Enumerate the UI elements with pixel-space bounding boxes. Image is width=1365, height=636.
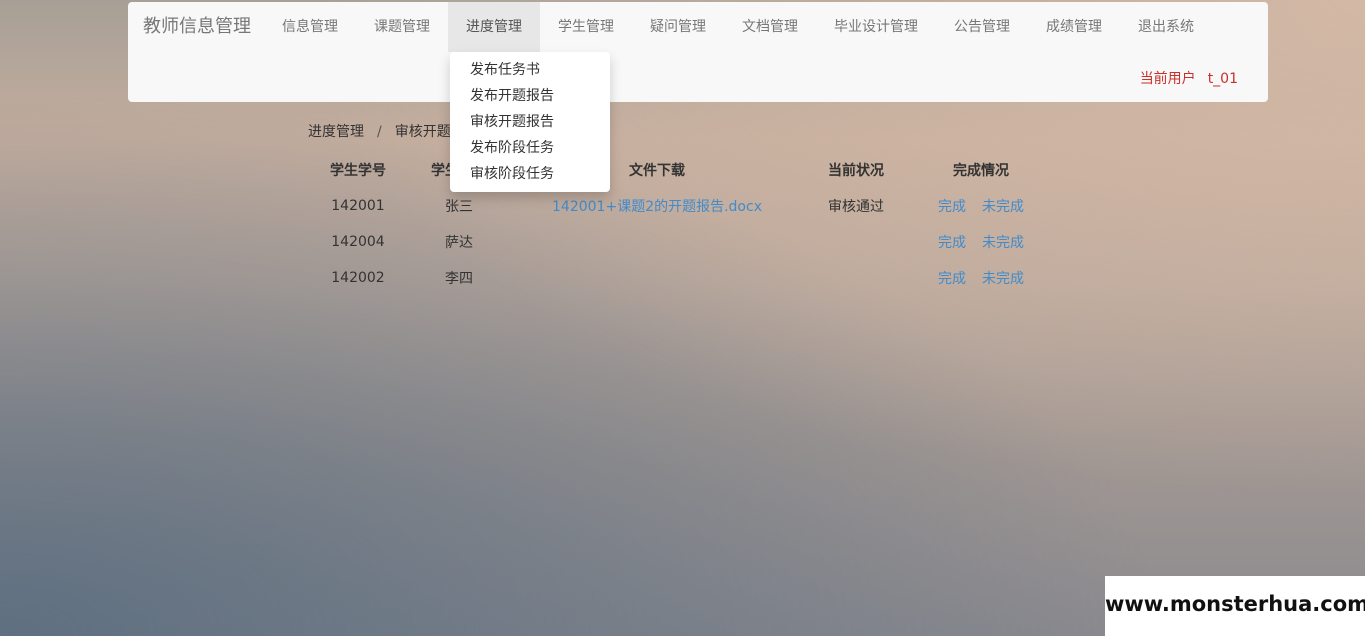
current-user-label: 当前用户 — [1139, 71, 1196, 87]
watermark: www.monsterhua.com — [1105, 576, 1365, 636]
breadcrumb-current: 审核开题 — [394, 124, 451, 140]
cell-student-id: 142001 — [331, 198, 385, 214]
proposal-review-table: 学生学号 学生姓名 文件下载 当前状况 完成情况 142001 张三 14200… — [308, 152, 1054, 296]
table-row: 142002 李四 完成 未完成 — [308, 260, 1054, 296]
menu-item-review-proposal[interactable]: 审核开题报告 — [450, 109, 610, 135]
current-user: 当前用户 t_01 — [1140, 68, 1238, 88]
header-completion: 完成情况 — [953, 163, 1009, 179]
progress-dropdown-menu: 发布任务书 发布开题报告 审核开题报告 发布阶段任务 审核阶段任务 — [450, 52, 610, 192]
cell-status: 审核通过 — [828, 199, 884, 215]
nav-item-progress[interactable]: 进度管理 — [448, 2, 540, 52]
mark-done-link[interactable]: 完成 — [938, 271, 966, 287]
mark-done-link[interactable]: 完成 — [938, 199, 966, 215]
cell-file: 142001+课题2的开题报告.docx — [510, 188, 804, 224]
nav-item-logout[interactable]: 退出系统 — [1120, 2, 1212, 52]
menu-item-publish-proposal[interactable]: 发布开题报告 — [450, 83, 610, 109]
mark-undone-link[interactable]: 未完成 — [982, 271, 1024, 287]
table-header-row: 学生学号 学生姓名 文件下载 当前状况 完成情况 — [308, 152, 1054, 188]
table-row: 142004 萨达 完成 未完成 — [308, 224, 1054, 260]
cell-completion: 完成 未完成 — [908, 260, 1054, 296]
top-navbar: 教师信息管理 信息管理 课题管理 进度管理 学生管理 疑问管理 文档管理 毕业设… — [128, 2, 1268, 102]
nav-item-students[interactable]: 学生管理 — [540, 2, 632, 52]
cell-student-id: 142002 — [331, 270, 385, 286]
breadcrumb-parent[interactable]: 进度管理 — [308, 124, 364, 140]
mark-undone-link[interactable]: 未完成 — [982, 235, 1024, 251]
mark-undone-link[interactable]: 未完成 — [982, 199, 1024, 215]
table-row: 142001 张三 142001+课题2的开题报告.docx 审核通过 完成 未完… — [308, 188, 1054, 224]
cell-status — [804, 260, 908, 296]
breadcrumb-divider: / — [377, 124, 382, 140]
mark-done-link[interactable]: 完成 — [938, 235, 966, 251]
cell-file — [510, 224, 804, 260]
header-student-id: 学生学号 — [330, 163, 386, 179]
nav-item-documents[interactable]: 文档管理 — [724, 2, 816, 52]
breadcrumb: 进度管理 / 审核开题 — [308, 121, 451, 143]
cell-completion: 完成 未完成 — [908, 224, 1054, 260]
menu-item-review-stage-task[interactable]: 审核阶段任务 — [450, 161, 610, 187]
brand-title[interactable]: 教师信息管理 — [143, 16, 251, 38]
cell-status — [804, 224, 908, 260]
file-download-link[interactable]: 142001+课题2的开题报告.docx — [552, 199, 762, 215]
nav-item-graduation-design[interactable]: 毕业设计管理 — [816, 2, 936, 52]
cell-completion: 完成 未完成 — [908, 188, 1054, 224]
nav-item-info[interactable]: 信息管理 — [264, 2, 356, 52]
cell-student-name: 李四 — [445, 271, 473, 287]
nav-item-grades[interactable]: 成绩管理 — [1028, 2, 1120, 52]
current-user-name: t_01 — [1207, 71, 1238, 87]
cell-file — [510, 260, 804, 296]
main-nav: 信息管理 课题管理 进度管理 学生管理 疑问管理 文档管理 毕业设计管理 公告管… — [264, 2, 1212, 52]
cell-student-id: 142004 — [331, 234, 385, 250]
header-status: 当前状况 — [828, 163, 884, 179]
nav-item-announcements[interactable]: 公告管理 — [936, 2, 1028, 52]
nav-item-topics[interactable]: 课题管理 — [356, 2, 448, 52]
cell-student-name: 张三 — [445, 199, 473, 215]
menu-item-publish-stage-task[interactable]: 发布阶段任务 — [450, 135, 610, 161]
nav-item-questions[interactable]: 疑问管理 — [632, 2, 724, 52]
menu-item-publish-task-book[interactable]: 发布任务书 — [450, 57, 610, 83]
cell-student-name: 萨达 — [445, 235, 473, 251]
